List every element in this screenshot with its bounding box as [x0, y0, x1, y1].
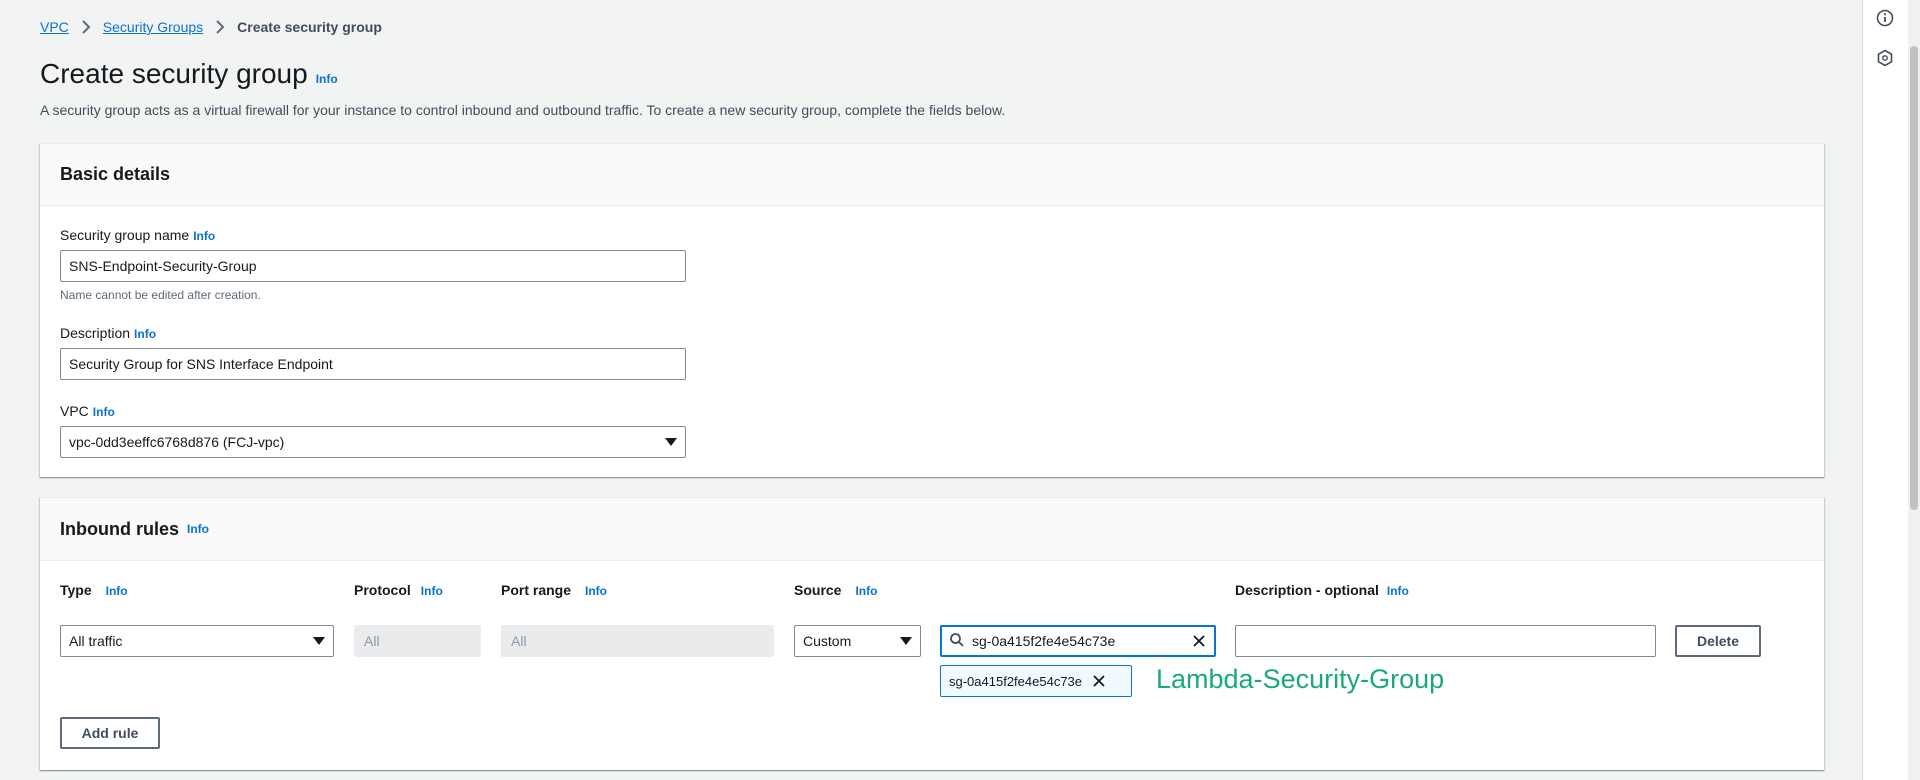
vpc-select-value: vpc-0dd3eeffc6768d876 (FCJ-vpc)	[69, 434, 285, 450]
annotation-label: Lambda-Security-Group	[1156, 664, 1445, 694]
search-icon	[950, 632, 964, 650]
column-description-label: Description - optional Info	[1235, 582, 1409, 598]
column-source-info-link[interactable]: Info	[855, 584, 877, 598]
column-source-label: Source Info	[794, 582, 877, 598]
main-content: VPC Security Groups Create security grou…	[0, 0, 1862, 780]
chevron-right-icon	[215, 20, 225, 34]
inbound-rules-header: Inbound rules Info	[40, 498, 1824, 560]
caret-down-icon	[313, 637, 325, 645]
security-group-name-label: Security group name Info	[60, 227, 215, 243]
breadcrumb-vpc-link[interactable]: VPC	[40, 19, 69, 35]
page-title-text: Create security group	[40, 58, 308, 89]
rule-source-search-value: sg-0a415f2fe4e54c73e	[972, 633, 1116, 649]
rule-description-input[interactable]	[1235, 625, 1656, 657]
rule-type-value: All traffic	[69, 633, 123, 649]
security-group-name-info-link[interactable]: Info	[193, 229, 215, 243]
chevron-right-icon	[81, 20, 91, 34]
column-protocol-label: Protocol Info	[354, 582, 443, 598]
rule-protocol-input: All	[354, 625, 481, 657]
description-info-link[interactable]: Info	[134, 327, 156, 341]
side-rail	[1862, 0, 1908, 780]
page-title-info-link[interactable]: Info	[316, 72, 338, 86]
page-scrollbar[interactable]	[1908, 0, 1920, 780]
description-input[interactable]: Security Group for SNS Interface Endpoin…	[60, 348, 686, 380]
basic-details-container: Basic details Security group name Info S…	[40, 143, 1824, 477]
column-port-range-label: Port range Info	[501, 582, 607, 598]
info-circle-icon[interactable]	[1875, 8, 1895, 28]
inbound-rules-heading: Inbound rules	[60, 518, 179, 539]
column-description-text: Description - optional	[1235, 582, 1379, 598]
column-source-text: Source	[794, 582, 842, 598]
vpc-label: VPC Info	[60, 403, 115, 419]
caret-down-icon	[900, 637, 912, 645]
vpc-label-text: VPC	[60, 403, 89, 419]
column-type-info-link[interactable]: Info	[106, 584, 128, 598]
vpc-info-link[interactable]: Info	[93, 405, 115, 419]
column-description-info-link[interactable]: Info	[1387, 584, 1409, 598]
security-group-name-input[interactable]: SNS-Endpoint-Security-Group	[60, 250, 686, 282]
security-group-name-label-text: Security group name	[60, 227, 190, 243]
page-title: Create security group Info	[40, 58, 338, 90]
page-description: A security group acts as a virtual firew…	[40, 102, 1006, 118]
rule-source-type-select[interactable]: Custom	[794, 625, 921, 657]
inbound-rules-container: Inbound rules Info Type Info Protocol In…	[40, 497, 1824, 770]
close-icon[interactable]	[1192, 634, 1206, 648]
column-type-label: Type Info	[60, 582, 128, 598]
source-token-label: sg-0a415f2fe4e54c73e	[949, 673, 1083, 689]
description-label-text: Description	[60, 325, 131, 341]
source-token: sg-0a415f2fe4e54c73e	[940, 665, 1132, 697]
column-type-text: Type	[60, 582, 92, 598]
close-icon[interactable]	[1092, 674, 1106, 688]
vpc-select[interactable]: vpc-0dd3eeffc6768d876 (FCJ-vpc)	[60, 426, 686, 458]
add-rule-button[interactable]: Add rule	[60, 717, 160, 749]
caret-down-icon	[665, 438, 677, 446]
security-group-name-constraint: Name cannot be edited after creation.	[60, 288, 261, 302]
description-label: Description Info	[60, 325, 156, 341]
breadcrumb-security-groups-link[interactable]: Security Groups	[103, 19, 203, 35]
delete-rule-button[interactable]: Delete	[1675, 625, 1761, 657]
column-protocol-text: Protocol	[354, 582, 411, 598]
rule-port-range-input: All	[501, 625, 774, 657]
column-port-range-text: Port range	[501, 582, 572, 598]
breadcrumb: VPC Security Groups Create security grou…	[40, 19, 382, 35]
divider	[40, 560, 1824, 561]
rule-source-type-value: Custom	[803, 633, 852, 649]
rule-source-search-input[interactable]: sg-0a415f2fe4e54c73e	[940, 625, 1216, 657]
basic-details-header: Basic details	[40, 144, 1824, 206]
column-protocol-info-link[interactable]: Info	[421, 584, 443, 598]
scrollbar-thumb[interactable]	[1910, 46, 1918, 510]
inbound-rules-info-link[interactable]: Info	[187, 522, 209, 536]
column-port-range-info-link[interactable]: Info	[585, 584, 607, 598]
hexagon-icon[interactable]	[1875, 48, 1895, 68]
basic-details-heading: Basic details	[60, 164, 171, 184]
rule-type-select[interactable]: All traffic	[60, 625, 334, 657]
breadcrumb-current: Create security group	[237, 19, 382, 35]
